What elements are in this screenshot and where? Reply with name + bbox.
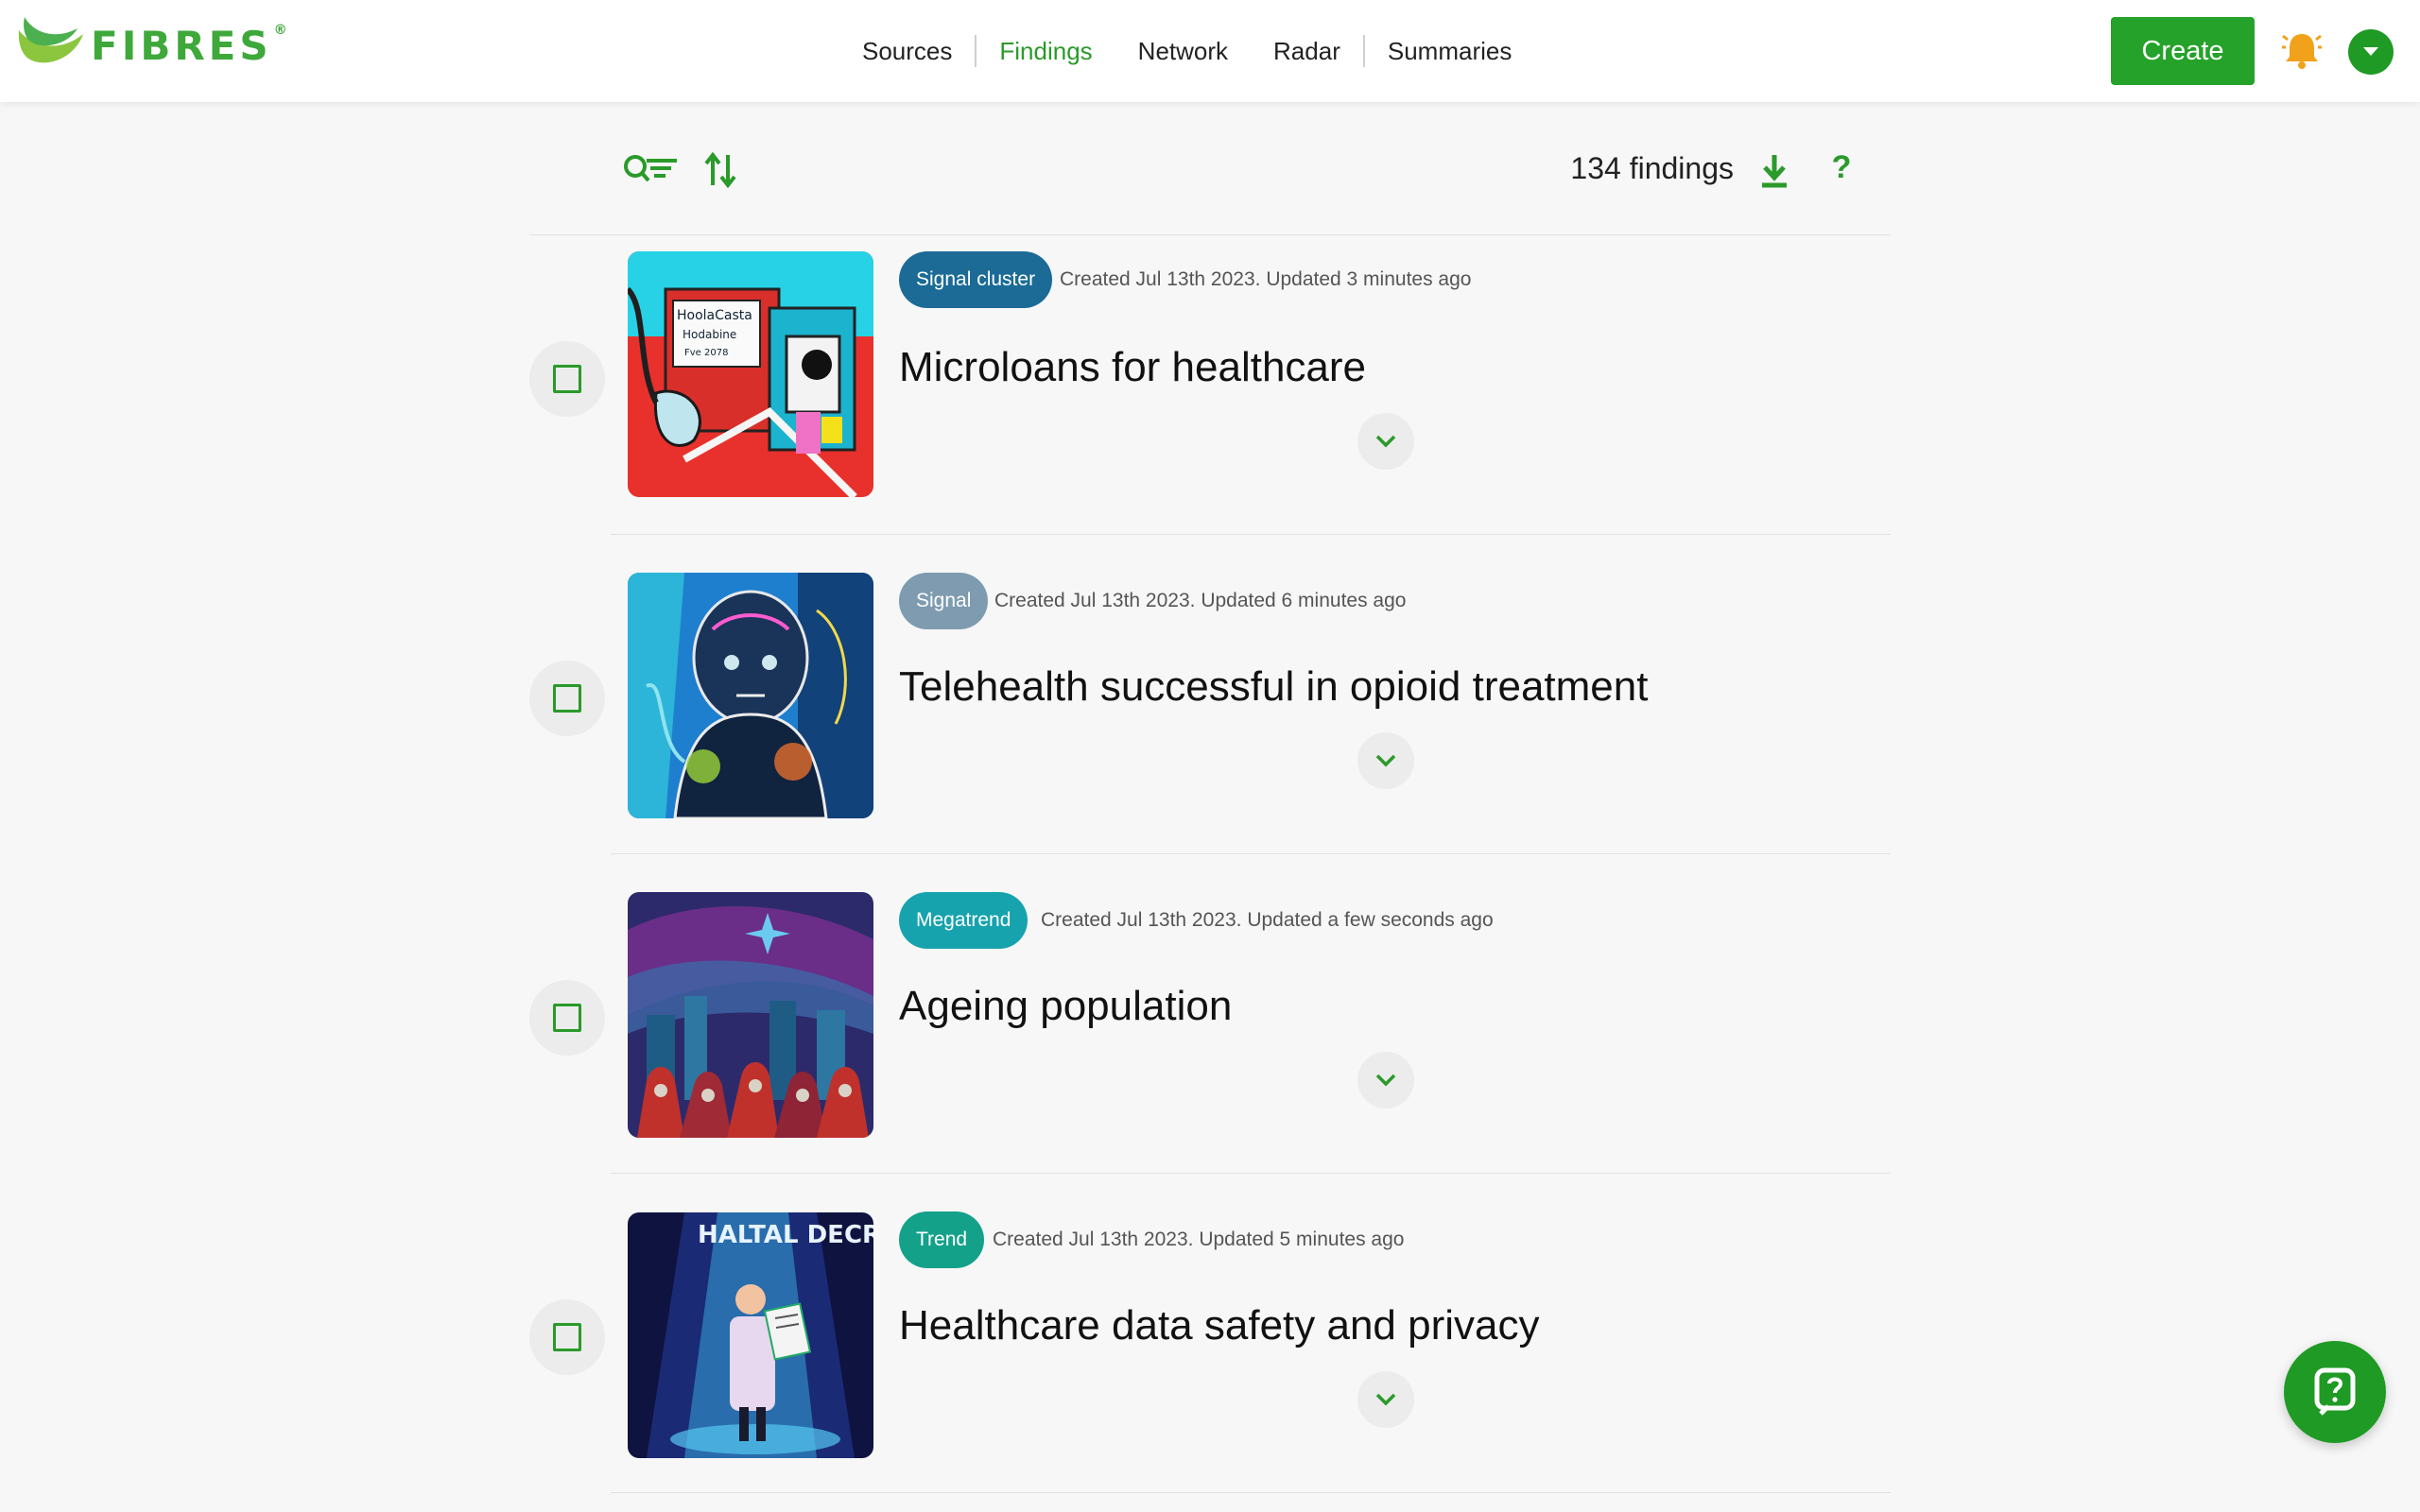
create-button[interactable]: Create [2111,17,2255,85]
finding-card: Signal Created Jul 13th 2023. Updated 6 … [0,554,2420,873]
select-checkbox[interactable] [529,1299,605,1375]
user-menu-button[interactable] [2348,29,2394,75]
svg-text:HoolaCasta: HoolaCasta [677,308,752,323]
meta-text: Created Jul 13th 2023. Updated 6 minutes… [994,590,1407,611]
meta-text: Created Jul 13th 2023. Updated 3 minutes… [1060,268,1472,290]
expand-button[interactable] [1357,1371,1414,1428]
findings-count: 134 findings [1570,151,1734,185]
select-checkbox[interactable] [529,341,605,417]
search-filter-icon[interactable] [622,149,679,191]
chevron-down-icon [1375,1393,1396,1406]
chat-icon [2314,1367,2356,1416]
row-divider [611,534,1891,535]
fibres-logo[interactable]: FIBRES ® [15,13,287,72]
row-divider [611,853,1891,854]
type-badge: Signal cluster [899,251,1053,308]
main-nav: Sources Findings Network Radar Summaries [839,0,1534,102]
meta-text: Created Jul 13th 2023. Updated 5 minutes… [993,1228,1405,1250]
finding-image[interactable] [628,573,873,818]
chat-button[interactable] [2284,1341,2386,1443]
finding-image[interactable]: HoolaCasta Hodabine Fve 2078 [628,251,873,497]
expand-button[interactable] [1357,413,1414,470]
row-divider [611,1173,1891,1174]
finding-image[interactable] [628,892,873,1138]
row-divider [611,1492,1891,1493]
top-header: FIBRES ® Sources Findings Network Radar S… [0,0,2420,102]
finding-card: HoolaCasta Hodabine Fve 2078 Signal clus… [0,234,2420,554]
chevron-down-icon [1375,435,1396,448]
expand-button[interactable] [1357,1052,1414,1108]
finding-title[interactable]: Microloans for healthcare [899,344,1366,391]
sort-icon[interactable] [703,151,737,189]
image-caption: HALTAL DECRITY [698,1221,873,1249]
finding-image[interactable]: HALTAL DECRITY [628,1212,873,1458]
nav-sources[interactable]: Sources [839,37,975,66]
finding-card: HALTAL DECRITY Trend Created Jul 13th 20… [0,1193,2420,1512]
svg-text:Hodabine: Hodabine [683,328,736,341]
logo-text: FIBRES [91,22,272,69]
finding-title[interactable]: Telehealth successful in opioid treatmen… [899,663,1648,711]
select-checkbox[interactable] [529,980,605,1056]
registered-mark: ® [273,22,287,38]
meta-text: Created Jul 13th 2023. Updated a few sec… [1041,909,1494,931]
chevron-down-icon [2363,47,2378,56]
nav-radar[interactable]: Radar [1251,37,1363,66]
bell-icon[interactable] [2282,28,2322,72]
type-badge: Megatrend [899,892,1028,949]
nav-findings[interactable]: Findings [977,37,1115,66]
finding-card: Megatrend Created Jul 13th 2023. Updated… [0,873,2420,1193]
nav-summaries[interactable]: Summaries [1365,37,1534,66]
nav-network[interactable]: Network [1115,37,1251,66]
finding-title[interactable]: Ageing population [899,983,1232,1030]
chevron-down-icon [1375,1074,1396,1087]
svg-text:Fve 2078: Fve 2078 [684,348,728,358]
select-checkbox[interactable] [529,661,605,736]
download-icon[interactable] [1760,153,1789,189]
type-badge: Trend [899,1211,985,1268]
chevron-down-icon [1375,754,1396,767]
type-badge: Signal [899,573,989,629]
expand-button[interactable] [1357,732,1414,789]
leaf-icon [18,17,84,63]
help-button[interactable]: ? [1828,149,1855,191]
finding-title[interactable]: Healthcare data safety and privacy [899,1302,1540,1349]
